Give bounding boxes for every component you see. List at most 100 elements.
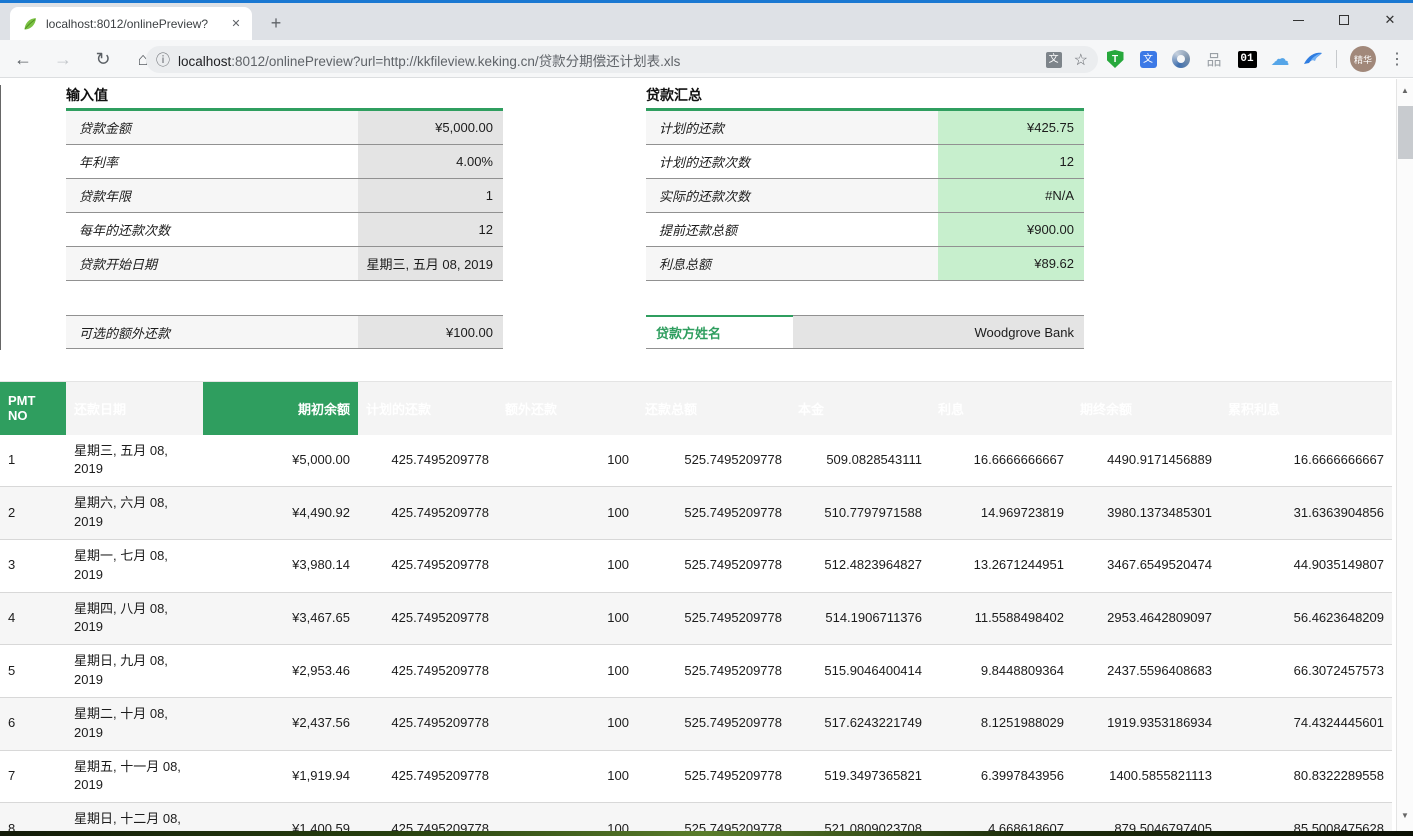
bookmark-star-icon[interactable]: ☆	[1074, 50, 1088, 70]
schedule-cell: 515.9046400414	[790, 645, 930, 698]
schedule-row: 4星期四, 八月 08, 2019¥3,467.65425.7495209778…	[0, 592, 1392, 645]
schedule-row: 3星期一, 七月 08, 2019¥3,980.14425.7495209778…	[0, 539, 1392, 592]
schedule-cell: ¥4,490.92	[203, 487, 358, 540]
extra-payment-panel: 可选的额外还款 ¥100.00	[66, 315, 503, 349]
row-value: 12	[938, 145, 1084, 178]
bird-extension-button[interactable]	[1303, 49, 1323, 69]
schedule-cell: 100	[497, 539, 637, 592]
profile-avatar[interactable]: 精华	[1350, 46, 1376, 72]
titlebar-accent	[0, 0, 1413, 3]
01-extension-button[interactable]: 01	[1237, 49, 1257, 69]
schedule-cell: 16.6666666667	[930, 435, 1072, 487]
schedule-cell: 100	[497, 592, 637, 645]
schedule-cell: 56.4623648209	[1220, 592, 1392, 645]
address-bar[interactable]: ⓘ localhost:8012/onlinePreview?url=http:…	[146, 46, 1098, 73]
row-value: ¥900.00	[938, 213, 1084, 246]
schedule-cell: 7	[0, 750, 66, 803]
minimize-button[interactable]	[1275, 3, 1321, 37]
schedule-cell: ¥2,953.46	[203, 645, 358, 698]
tab-close-icon[interactable]: ✕	[228, 16, 244, 32]
schedule-header-cell: 期初余额	[203, 382, 358, 435]
row-label: 贷款金额	[66, 111, 358, 144]
schedule-header-cell: 累积利息	[1220, 382, 1392, 435]
scroll-up-icon[interactable]: ▲	[1397, 82, 1413, 98]
tampermonkey-extension-button[interactable]: T	[1105, 49, 1125, 69]
schedule-cell: 星期四, 八月 08, 2019	[66, 592, 203, 645]
schedule-row: 7星期五, 十一月 08, 2019¥1,919.94425.749520977…	[0, 750, 1392, 803]
forward-icon[interactable]: →	[52, 49, 74, 70]
shield-icon: T	[1107, 50, 1124, 68]
back-icon[interactable]: ←	[12, 49, 34, 70]
schedule-cell: 100	[497, 645, 637, 698]
schedule-cell: 星期六, 六月 08, 2019	[66, 487, 203, 540]
titlebar: localhost:8012/onlinePreview? ✕ + ✕	[0, 0, 1413, 40]
schedule-cell: 5	[0, 645, 66, 698]
browser-menu-icon[interactable]: ⋮	[1389, 49, 1403, 69]
schedule-cell: 425.7495209778	[358, 592, 497, 645]
schedule-cell: 11.5588498402	[930, 592, 1072, 645]
row-label: 计划的还款	[646, 111, 938, 144]
row-label: 提前还款总额	[646, 213, 938, 246]
url-text[interactable]: localhost:8012/onlinePreview?url=http://…	[178, 50, 1046, 70]
new-tab-button[interactable]: +	[264, 12, 288, 36]
schedule-header-cell: 还款总额	[637, 382, 790, 435]
browser-tab[interactable]: localhost:8012/onlinePreview? ✕	[10, 7, 252, 40]
schedule-cell: ¥3,980.14	[203, 539, 358, 592]
page-background-strip	[0, 831, 1413, 836]
swirl-extension-button[interactable]	[1171, 49, 1191, 69]
extension-icons: T 文 品 01 ☁ 精华 ⋮	[1105, 40, 1403, 78]
schedule-header-cell: 期终余额	[1072, 382, 1220, 435]
schedule-cell: ¥2,437.56	[203, 697, 358, 750]
schedule-cell: ¥5,000.00	[203, 435, 358, 487]
table-row: 计划的还款¥425.75	[646, 111, 1084, 145]
vertical-scrollbar[interactable]: ▲ ▼	[1396, 79, 1413, 831]
schedule-cell: 514.1906711376	[790, 592, 930, 645]
schedule-cell: 3980.1373485301	[1072, 487, 1220, 540]
browser-toolbar: ← → ↻ ⌂ ⓘ localhost:8012/onlinePreview?u…	[0, 40, 1413, 78]
schedule-cell: 525.7495209778	[637, 697, 790, 750]
nav-buttons: ← → ↻ ⌂	[12, 40, 154, 78]
lender-row: 贷款方姓名 Woodgrove Bank	[646, 315, 1084, 349]
schedule-cell: 星期五, 十一月 08, 2019	[66, 750, 203, 803]
kkfileview-favicon-leaf-icon	[22, 16, 38, 32]
input-values-title: 输入值	[66, 85, 503, 108]
schedule-cell: 4	[0, 592, 66, 645]
minimize-icon	[1293, 20, 1304, 21]
schedule-cell: 2	[0, 487, 66, 540]
cloud-icon: ☁	[1271, 48, 1290, 71]
schedule-cell: 525.7495209778	[637, 539, 790, 592]
schedule-header-row: PMT NO还款日期期初余额计划的还款额外还款还款总额本金利息期终余额累积利息	[0, 382, 1392, 435]
row-label: 每年的还款次数	[66, 213, 358, 246]
cloud-extension-button[interactable]: ☁	[1270, 49, 1290, 69]
row-value: 1	[358, 179, 503, 212]
row-value: 星期三, 五月 08, 2019	[358, 247, 503, 280]
translate-icon: 文	[1140, 51, 1157, 68]
schedule-cell: 100	[497, 697, 637, 750]
schedule-cell: 2437.5596408683	[1072, 645, 1220, 698]
schedule-header-cell: 本金	[790, 382, 930, 435]
maximize-button[interactable]	[1321, 3, 1367, 37]
table-row: 实际的还款次数#N/A	[646, 179, 1084, 213]
scrollbar-thumb[interactable]	[1398, 106, 1413, 159]
translate-extension-button[interactable]: 文	[1138, 49, 1158, 69]
close-button[interactable]: ✕	[1367, 3, 1413, 37]
schedule-cell: 44.9035149807	[1220, 539, 1392, 592]
schedule-cell: 星期一, 七月 08, 2019	[66, 539, 203, 592]
translate-page-icon[interactable]: 文	[1046, 52, 1062, 68]
schedule-cell: 6.3997843956	[930, 750, 1072, 803]
page-info-icon[interactable]: ⓘ	[156, 50, 170, 70]
schedule-cell: 66.3072457573	[1220, 645, 1392, 698]
input-rows: 贷款金额¥5,000.00年利率4.00%贷款年限1每年的还款次数12贷款开始日…	[66, 111, 503, 281]
sitemap-extension-button[interactable]: 品	[1204, 49, 1224, 69]
scroll-down-icon[interactable]: ▼	[1397, 807, 1413, 823]
schedule-cell: 星期三, 五月 08, 2019	[66, 435, 203, 487]
01-badge-icon: 01	[1238, 51, 1257, 68]
row-value: ¥5,000.00	[358, 111, 503, 144]
swirl-circle-icon	[1172, 50, 1190, 68]
schedule-cell: 510.7797971588	[790, 487, 930, 540]
schedule-cell: 6	[0, 697, 66, 750]
refresh-icon[interactable]: ↻	[92, 49, 114, 70]
bird-icon	[1303, 51, 1323, 67]
row-label: 计划的还款次数	[646, 145, 938, 178]
schedule-cell: 14.969723819	[930, 487, 1072, 540]
